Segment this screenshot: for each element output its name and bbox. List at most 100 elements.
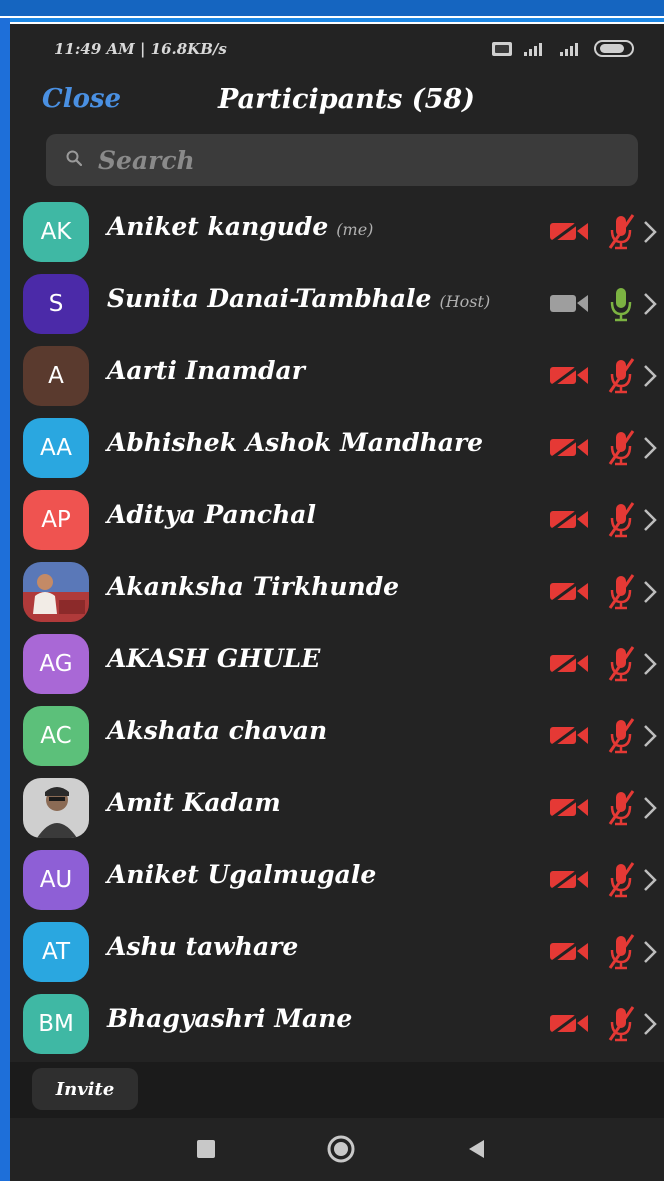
invite-button[interactable]: Invite	[32, 1068, 138, 1110]
video-off-icon	[550, 218, 588, 244]
recent-apps-icon[interactable]	[197, 1140, 215, 1158]
chevron-right-icon[interactable]	[640, 288, 660, 320]
participant-row[interactable]: A Aarti Inamdar	[10, 340, 664, 412]
participant-row[interactable]: AK Aniket kangude (me)	[10, 196, 664, 268]
chevron-right-icon[interactable]	[640, 360, 660, 392]
video-off-icon	[550, 578, 588, 604]
avatar: S	[23, 274, 89, 334]
video-off-icon	[550, 362, 588, 388]
avatar: AU	[23, 850, 89, 910]
avatar-photo	[23, 778, 89, 838]
chevron-right-icon[interactable]	[640, 432, 660, 464]
participant-role-tag: (me)	[336, 220, 374, 239]
participant-name: AKASH GHULE	[107, 644, 320, 673]
mic-muted-icon	[608, 646, 635, 682]
participant-row[interactable]: AC Akshata chavan	[10, 700, 664, 772]
mic-muted-icon	[608, 574, 635, 610]
battery-icon	[594, 40, 634, 57]
participant-row[interactable]: AP Aditya Panchal	[10, 484, 664, 556]
participant-name: Aarti Inamdar	[107, 356, 305, 385]
status-time-speed: 11:49 AM | 16.8KB/s	[54, 40, 227, 58]
phone-screen: 11:49 AM | 16.8KB/s Close Participants (…	[10, 24, 664, 1181]
search-input[interactable]	[96, 134, 616, 186]
participant-name-text: Amit Kadam	[107, 788, 281, 817]
screenshot-frame: 11:49 AM | 16.8KB/s Close Participants (…	[0, 0, 664, 1181]
participant-row[interactable]: AT Ashu tawhare	[10, 916, 664, 988]
participant-row[interactable]: Akanksha Tirkhunde	[10, 556, 664, 628]
page-title: Participants (58)	[218, 84, 475, 115]
mic-muted-icon	[608, 502, 635, 538]
chevron-right-icon[interactable]	[640, 216, 660, 248]
avatar: AA	[23, 418, 89, 478]
participant-name: Akshata chavan	[107, 716, 327, 745]
video-on-icon	[550, 295, 588, 312]
avatar: AC	[23, 706, 89, 766]
participant-row[interactable]: AA Abhishek Ashok Mandhare	[10, 412, 664, 484]
chevron-right-icon[interactable]	[640, 936, 660, 968]
mic-muted-icon	[608, 862, 635, 898]
avatar: AG	[23, 634, 89, 694]
video-off-icon	[550, 434, 588, 460]
chevron-right-icon[interactable]	[640, 864, 660, 896]
participant-name: Sunita Danai-Tambhale (Host)	[107, 284, 490, 313]
chevron-right-icon[interactable]	[640, 576, 660, 608]
signal-sim2-icon	[558, 42, 584, 56]
participant-row[interactable]: Amit Kadam	[10, 772, 664, 844]
chevron-right-icon[interactable]	[640, 792, 660, 824]
avatar: AP	[23, 490, 89, 550]
participant-row[interactable]: S Sunita Danai-Tambhale (Host)	[10, 268, 664, 340]
participant-name-text: Sunita Danai-Tambhale	[107, 284, 432, 313]
left-edge	[0, 18, 10, 1181]
participant-name-text: Akanksha Tirkhunde	[107, 572, 400, 601]
participant-name-text: Akshata chavan	[107, 716, 328, 745]
participant-name: Ashu tawhare	[107, 932, 298, 961]
close-button[interactable]: Close	[42, 84, 121, 114]
mic-muted-icon	[608, 214, 635, 250]
participant-name: Aditya Panchal	[107, 500, 316, 529]
volte-icon	[492, 41, 512, 56]
participant-row[interactable]: AU Aniket Ugalmugale	[10, 844, 664, 916]
participant-name-text: Ashu tawhare	[107, 932, 299, 961]
search-box[interactable]	[46, 134, 638, 186]
video-off-icon	[550, 1010, 588, 1036]
invite-bar: Invite	[10, 1062, 664, 1118]
participant-name: Aniket kangude (me)	[107, 212, 373, 241]
mic-muted-icon	[608, 934, 635, 970]
participant-name: Amit Kadam	[107, 788, 281, 817]
avatar: AK	[23, 202, 89, 262]
back-icon[interactable]	[466, 1138, 488, 1160]
participant-name-text: Aniket kangude	[107, 212, 329, 241]
avatar: A	[23, 346, 89, 406]
home-icon[interactable]	[326, 1134, 356, 1164]
system-nav-bar	[10, 1118, 664, 1181]
participant-name: Bhagyashri Mane	[107, 1004, 352, 1033]
video-off-icon	[550, 794, 588, 820]
avatar: BM	[23, 994, 89, 1054]
video-off-icon	[550, 938, 588, 964]
chevron-right-icon[interactable]	[640, 1008, 660, 1040]
chevron-right-icon[interactable]	[640, 648, 660, 680]
mic-muted-icon	[608, 1006, 635, 1042]
avatar: AT	[23, 922, 89, 982]
top-border	[0, 0, 664, 22]
participant-name: Akanksha Tirkhunde	[107, 572, 399, 601]
participant-list: AK Aniket kangude (me) S Sunita Danai-Tambha…	[10, 196, 664, 1060]
chevron-right-icon[interactable]	[640, 720, 660, 752]
mic-muted-icon	[608, 358, 635, 394]
header: Close Participants (58)	[10, 78, 664, 130]
participant-row[interactable]: BM Bhagyashri Mane	[10, 988, 664, 1060]
mic-muted-icon	[608, 790, 635, 826]
participant-row[interactable]: AG AKASH GHULE	[10, 628, 664, 700]
chevron-right-icon[interactable]	[640, 504, 660, 536]
mic-muted-icon	[608, 718, 635, 754]
participant-name-text: AKASH GHULE	[107, 644, 321, 673]
mic-on-icon	[610, 288, 632, 322]
video-off-icon	[550, 506, 588, 532]
video-off-icon	[550, 722, 588, 748]
avatar-photo	[23, 562, 89, 622]
video-off-icon	[550, 650, 588, 676]
status-bar: 11:49 AM | 16.8KB/s	[10, 24, 664, 78]
signal-sim1-icon	[522, 42, 548, 56]
participant-name-text: Abhishek Ashok Mandhare	[107, 428, 484, 457]
participant-name-text: Aditya Panchal	[107, 500, 316, 529]
